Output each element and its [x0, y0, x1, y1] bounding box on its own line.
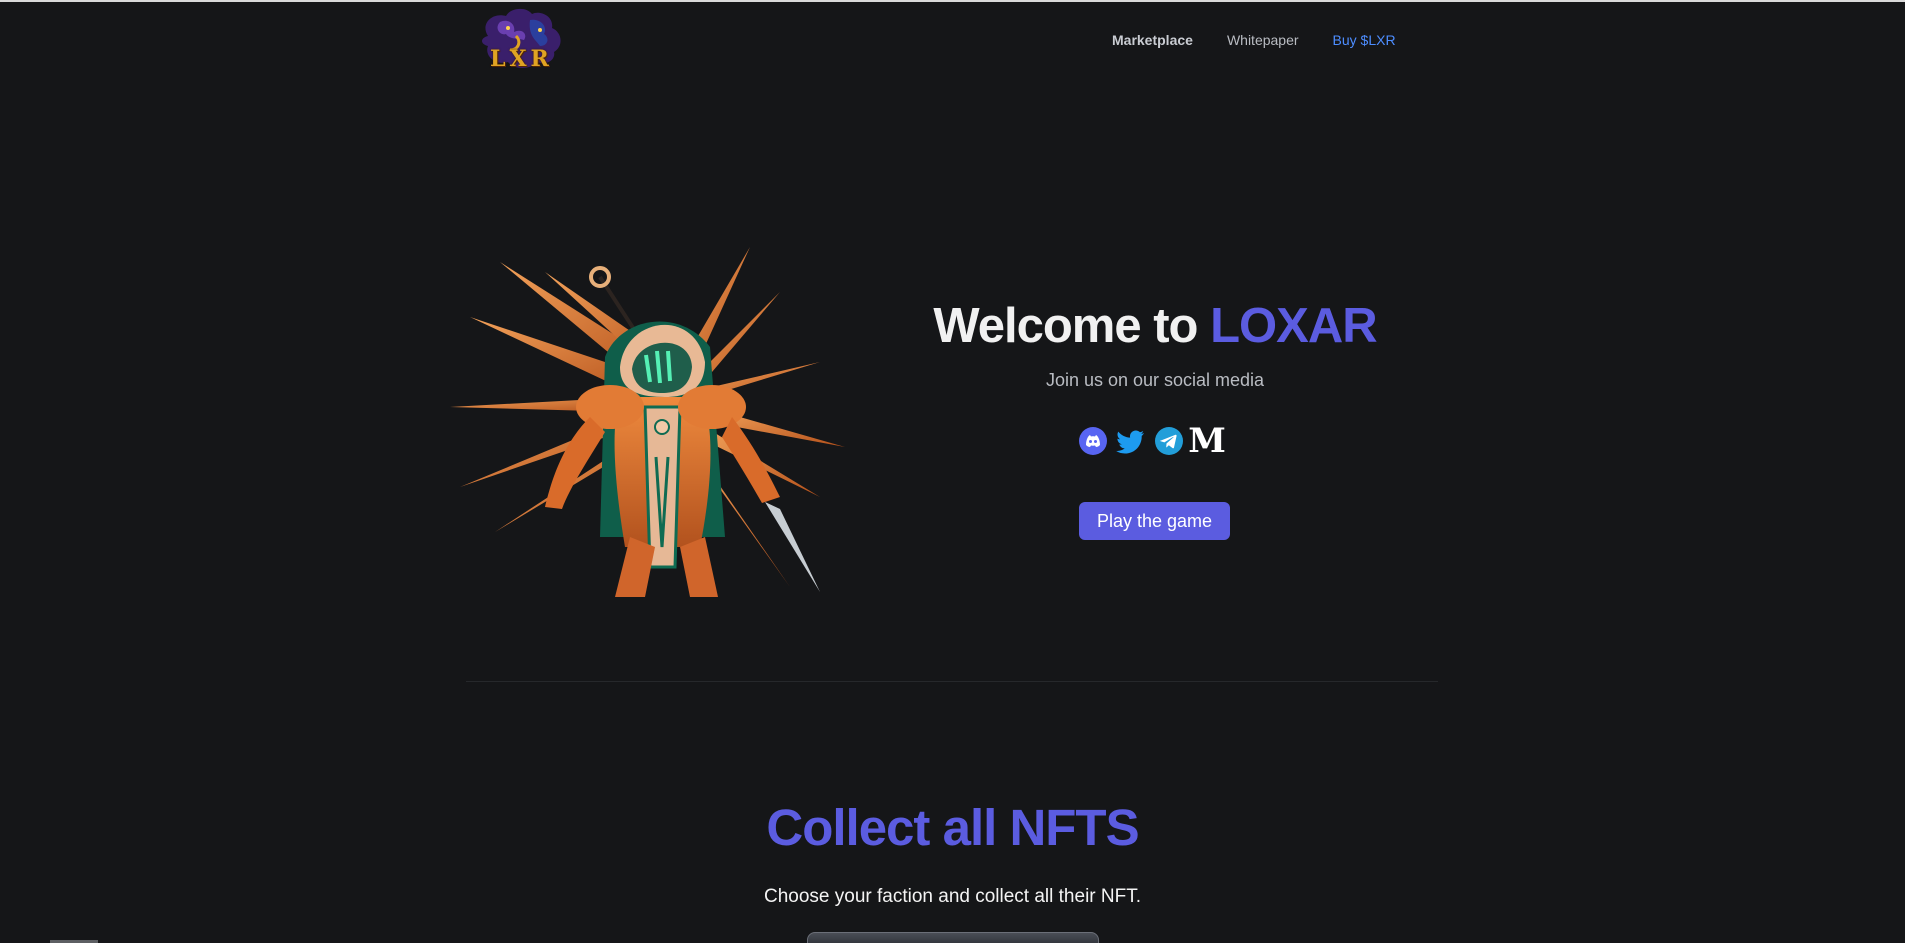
play-the-game-button[interactable]: Play the game: [1079, 502, 1230, 540]
nav-marketplace-link[interactable]: Marketplace: [1112, 32, 1193, 48]
nav-whitepaper-link[interactable]: Whitepaper: [1227, 32, 1299, 48]
discord-icon[interactable]: [1078, 426, 1108, 456]
collect-section-subtitle: Choose your faction and collect all thei…: [763, 886, 1141, 907]
main-nav: Marketplace Whitepaper Buy $LXR: [1112, 32, 1396, 48]
twitter-icon[interactable]: [1116, 426, 1146, 456]
hero-subtitle: Join us on our social media: [1045, 370, 1265, 390]
hero-text-block: Welcome to LOXAR Join us on our social m…: [930, 298, 1380, 391]
armored-knight-illustration: [450, 247, 845, 597]
medium-icon[interactable]: M: [1188, 424, 1226, 458]
hero-title-prefix: Welcome to: [933, 299, 1211, 353]
hero-title-brand: LOXAR: [1210, 299, 1377, 353]
hero-character-image: [450, 247, 850, 617]
nav-buy-lxr-link[interactable]: Buy $LXR: [1333, 32, 1396, 48]
section-divider: [466, 681, 1438, 682]
telegram-icon[interactable]: [1154, 426, 1184, 456]
logo-text: LXR: [490, 46, 553, 72]
hero-title: Welcome to LOXAR: [930, 298, 1380, 354]
social-links: M: [1078, 424, 1226, 458]
page: LXR Marketplace Whitepaper Buy $LXR Welc…: [0, 0, 1905, 943]
collect-section-title: Collect all NFTS: [766, 799, 1139, 856]
medium-glyph: M: [1188, 421, 1226, 461]
nft-preview-card[interactable]: [807, 932, 1099, 943]
